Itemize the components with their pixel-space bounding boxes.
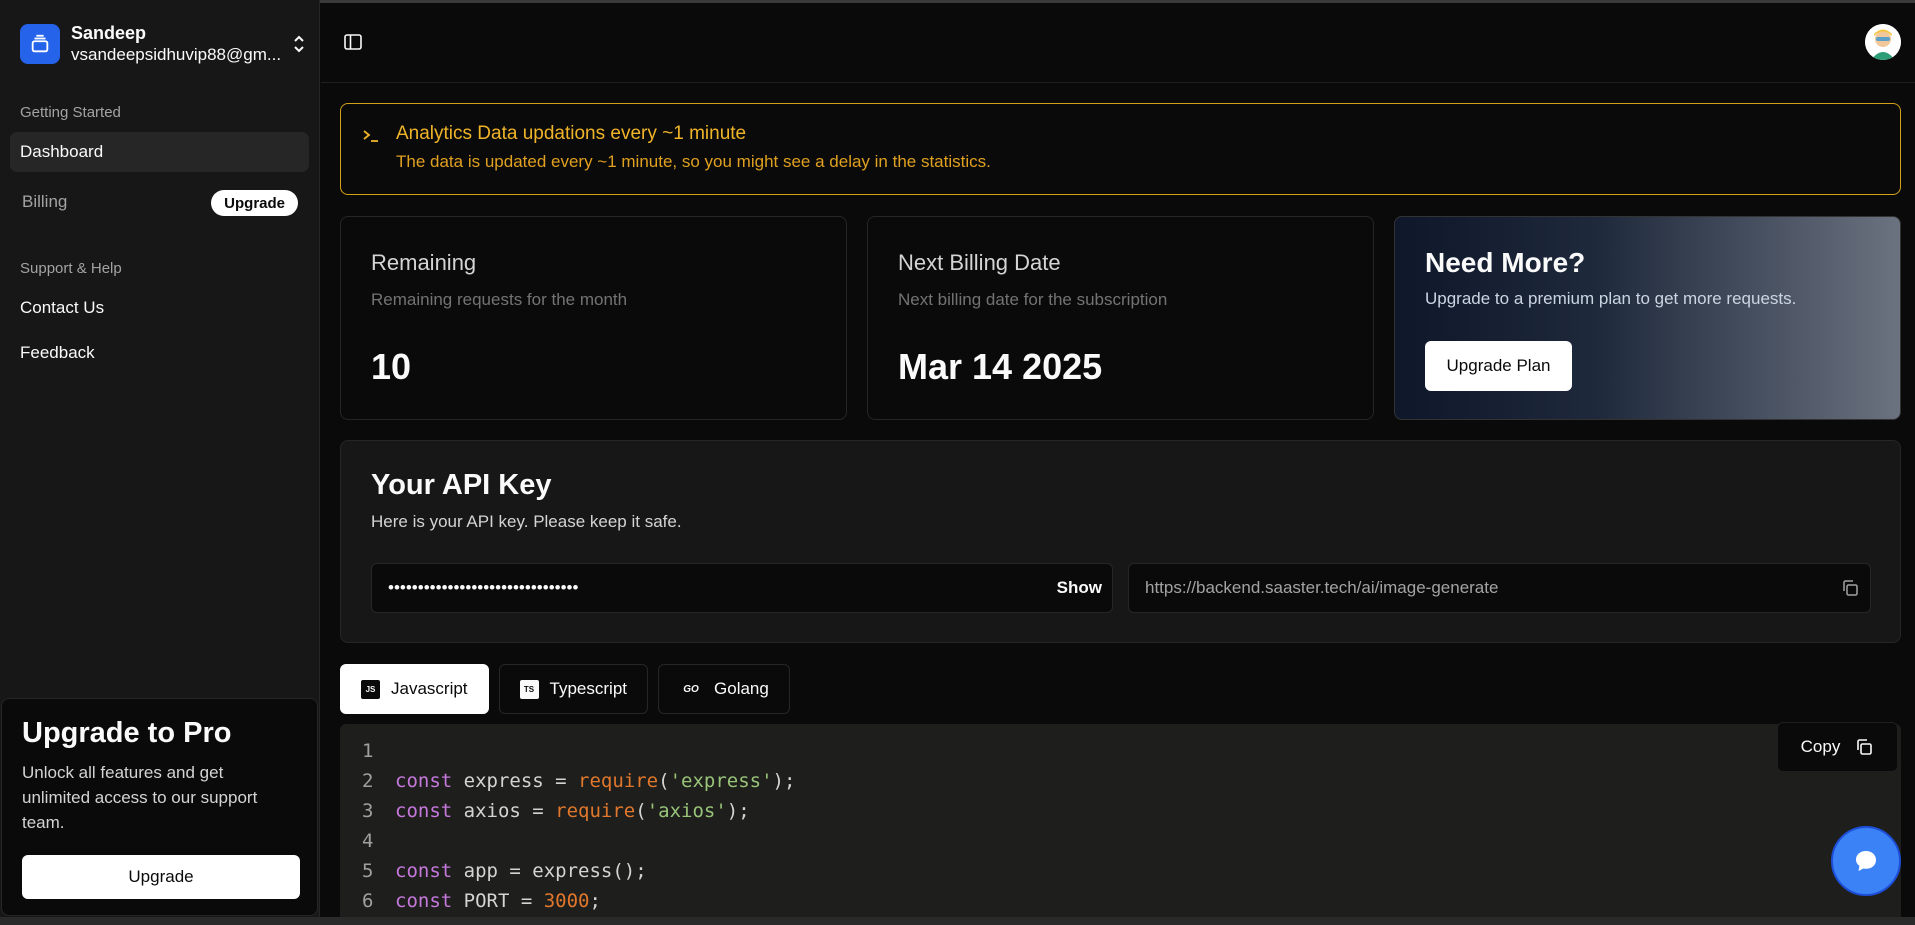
code-line: 5 const app = express(); bbox=[340, 856, 1901, 886]
need-more-subtitle: Upgrade to a premium plan to get more re… bbox=[1425, 289, 1797, 308]
need-more-title: Need More? bbox=[1425, 247, 1586, 278]
code-line: 6 const PORT = 3000; bbox=[340, 886, 1901, 916]
api-key-subtitle: Here is your API key. Please keep it saf… bbox=[371, 512, 682, 531]
app-root: Sandeep vsandeepsidhuvip88@gm... Getting… bbox=[0, 0, 1915, 925]
chevrons-up-down-icon[interactable] bbox=[292, 32, 306, 56]
group-label-getting-started: Getting Started bbox=[20, 104, 121, 121]
code-line: 2 const express = require('express'); bbox=[340, 766, 1901, 796]
tab-golang[interactable]: GO Golang bbox=[658, 664, 790, 714]
code-string: 'express' bbox=[669, 770, 773, 792]
account-switcher[interactable]: Sandeep vsandeepsidhuvip88@gm... bbox=[20, 22, 310, 66]
sidebar: Sandeep vsandeepsidhuvip88@gm... Getting… bbox=[0, 0, 320, 925]
typescript-icon: TS bbox=[519, 679, 539, 699]
line-number: 5 bbox=[362, 860, 374, 882]
language-tabs: JS Javascript TS Typescript GO Golang bbox=[340, 664, 790, 714]
horizontal-scrollbar[interactable] bbox=[0, 917, 1915, 925]
code-line: 3 const axios = require('axios'); bbox=[340, 796, 1901, 826]
copy-icon bbox=[1857, 739, 1873, 755]
user-avatar[interactable] bbox=[1865, 24, 1901, 60]
card-subtitle: Next billing date for the subscription bbox=[898, 290, 1168, 309]
code-string: 'axios' bbox=[646, 800, 727, 822]
sidebar-toggle-icon[interactable] bbox=[343, 32, 363, 52]
javascript-icon: JS bbox=[361, 679, 380, 699]
code-line: 4 bbox=[340, 826, 1901, 856]
api-key-panel: Your API Key Here is your API key. Pleas… bbox=[340, 440, 1901, 643]
golang-icon: GO bbox=[683, 683, 699, 695]
tab-javascript[interactable]: JS Javascript bbox=[340, 664, 489, 714]
code-text: express = bbox=[452, 770, 579, 792]
endpoint-url: https://backend.saaster.tech/ai/image-ge… bbox=[1145, 578, 1499, 597]
account-email: vsandeepsidhuvip88@gm... bbox=[71, 45, 282, 64]
sidebar-item-label: Dashboard bbox=[20, 142, 104, 161]
code-text: axios = bbox=[452, 800, 556, 822]
copy-url-icon[interactable] bbox=[1840, 578, 1860, 598]
chat-bubble-icon bbox=[1856, 851, 1876, 871]
promo-title: Upgrade to Pro bbox=[22, 717, 232, 749]
code-text: ( bbox=[658, 770, 670, 792]
billing-date-value: Mar 14 2025 bbox=[898, 346, 1103, 387]
code-block: 1 2 const express = require('express'); 3… bbox=[340, 724, 1901, 925]
api-key-masked: •••••••••••••••••••••••••••••••• bbox=[388, 578, 579, 597]
copy-label: Copy bbox=[1800, 737, 1841, 756]
code-keyword: const bbox=[395, 770, 453, 792]
api-key-title: Your API Key bbox=[371, 469, 552, 501]
api-key-field[interactable]: •••••••••••••••••••••••••••••••• Show bbox=[371, 563, 1113, 613]
code-function: require bbox=[555, 800, 636, 822]
top-header bbox=[321, 0, 1915, 83]
sidebar-item-label: Feedback bbox=[20, 343, 95, 362]
tab-label: Golang bbox=[714, 679, 769, 698]
alert-title: Analytics Data updations every ~1 minute bbox=[396, 123, 747, 144]
sidebar-item-feedback[interactable]: Feedback bbox=[10, 333, 309, 373]
sidebar-item-label: Billing bbox=[22, 192, 68, 211]
upgrade-plan-button[interactable]: Upgrade Plan bbox=[1425, 341, 1572, 391]
line-number: 3 bbox=[362, 800, 374, 822]
code-keyword: const bbox=[395, 800, 453, 822]
billing-date-card: Next Billing Date Next billing date for … bbox=[867, 216, 1374, 420]
line-number: 6 bbox=[362, 890, 374, 912]
code-text: ); bbox=[726, 800, 750, 822]
tab-label: Typescript bbox=[549, 679, 628, 698]
need-more-card: Need More? Upgrade to a premium plan to … bbox=[1394, 216, 1901, 420]
line-number: 4 bbox=[362, 830, 374, 852]
analytics-alert: Analytics Data updations every ~1 minute… bbox=[340, 103, 1901, 195]
line-number: 2 bbox=[362, 770, 374, 792]
code-text: PORT = bbox=[452, 890, 544, 912]
sidebar-item-contact-us[interactable]: Contact Us bbox=[10, 288, 309, 328]
terminal-icon bbox=[361, 126, 381, 146]
remaining-card: Remaining Remaining requests for the mon… bbox=[340, 216, 847, 420]
account-text: Sandeep vsandeepsidhuvip88@gm... bbox=[71, 23, 286, 65]
card-title: Next Billing Date bbox=[898, 250, 1061, 275]
sidebar-item-billing[interactable]: Billing Upgrade bbox=[10, 182, 309, 222]
code-function: require bbox=[578, 770, 659, 792]
endpoint-url-field[interactable]: https://backend.saaster.tech/ai/image-ge… bbox=[1128, 563, 1871, 613]
code-text: ); bbox=[772, 770, 796, 792]
promo-text: Unlock all features and get unlimited ac… bbox=[22, 763, 258, 832]
code-text: app = express(); bbox=[452, 860, 647, 882]
code-number: 3000 bbox=[543, 890, 590, 912]
upgrade-badge-button[interactable]: Upgrade bbox=[211, 190, 298, 216]
code-line: 1 bbox=[340, 736, 1901, 766]
card-subtitle: Remaining requests for the month bbox=[371, 290, 628, 309]
chat-widget-button[interactable] bbox=[1831, 826, 1901, 896]
upgrade-promo-card: Upgrade to Pro Unlock all features and g… bbox=[1, 698, 318, 916]
code-text: ; bbox=[589, 890, 601, 912]
sidebar-item-label: Contact Us bbox=[20, 298, 105, 317]
line-number: 1 bbox=[362, 740, 374, 762]
remaining-value: 10 bbox=[371, 346, 412, 387]
code-keyword: const bbox=[395, 860, 453, 882]
promo-upgrade-button[interactable]: Upgrade bbox=[22, 855, 300, 899]
group-label-support: Support & Help bbox=[20, 260, 122, 277]
copy-code-button[interactable]: Copy bbox=[1777, 722, 1898, 772]
code-text: ( bbox=[635, 800, 647, 822]
tab-label: Javascript bbox=[391, 679, 468, 698]
show-key-button[interactable]: Show bbox=[1057, 578, 1102, 598]
account-logo-icon bbox=[20, 24, 60, 64]
code-keyword: const bbox=[395, 890, 453, 912]
account-name: Sandeep bbox=[71, 23, 147, 43]
card-title: Remaining bbox=[371, 250, 477, 275]
sidebar-item-dashboard[interactable]: Dashboard bbox=[10, 132, 309, 172]
tab-typescript[interactable]: TS Typescript bbox=[498, 664, 649, 714]
alert-description: The data is updated every ~1 minute, so … bbox=[396, 152, 991, 171]
